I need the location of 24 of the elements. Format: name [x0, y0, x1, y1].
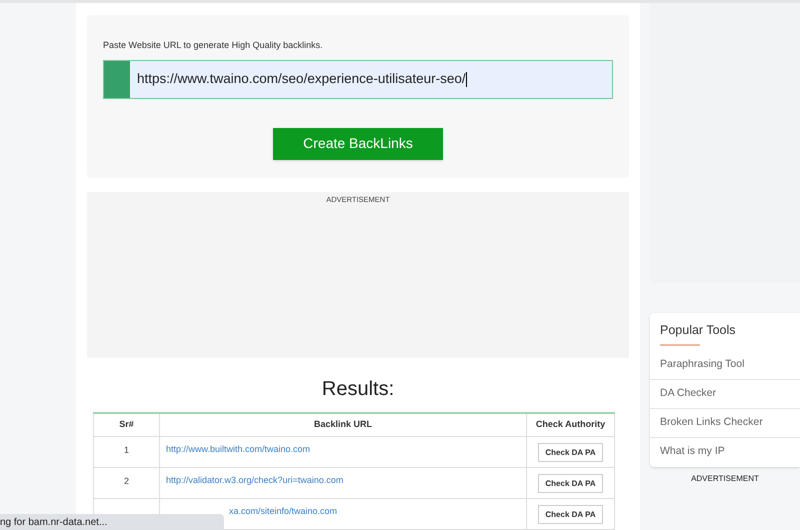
field-addon: [104, 60, 130, 98]
check-da-pa-button[interactable]: Check DA PA: [538, 474, 603, 493]
table-cell: 1: [94, 436, 160, 468]
column-header: Check Authority: [526, 412, 614, 436]
url-field[interactable]: https://www.twaino.com/seo/experience-utilisateur-seo/: [103, 60, 613, 98]
backlink-link[interactable]: xa.com/siteinfo/twaino.com: [166, 506, 338, 516]
status-text: ng for bam.nr-data.net...: [0, 516, 108, 530]
check-da-pa-button[interactable]: Check DA PA: [538, 443, 603, 462]
advertisement-label: ADVERTISEMENT: [691, 472, 759, 485]
column-header: Backlink URL: [160, 412, 526, 436]
results-title: Results:: [322, 376, 394, 402]
column-header: Sr#: [94, 412, 160, 436]
panel-title: Popular Tools: [660, 322, 736, 339]
check-da-pa-button[interactable]: Check DA PA: [538, 505, 603, 524]
tool-link[interactable]: DA Checker: [660, 386, 716, 402]
table-cell: 2: [94, 468, 160, 498]
form-label: Paste Website URL to generate High Quality backlinks.: [103, 39, 323, 52]
create-backlinks-button[interactable]: Create BackLinks: [273, 128, 443, 160]
tool-link[interactable]: Paraphrasing Tool: [660, 356, 744, 373]
backlink-link[interactable]: http://www.builtwith.com/twaino.com: [166, 444, 310, 454]
tool-link[interactable]: Broken Links Checker: [660, 414, 763, 431]
tool-link[interactable]: What is my IP: [660, 444, 725, 460]
backlink-link[interactable]: http://validator.w3.org/check?uri=twaino.com: [166, 475, 344, 485]
url-value: https://www.twaino.com/seo/experience-utilisateur-seo/: [137, 70, 466, 88]
